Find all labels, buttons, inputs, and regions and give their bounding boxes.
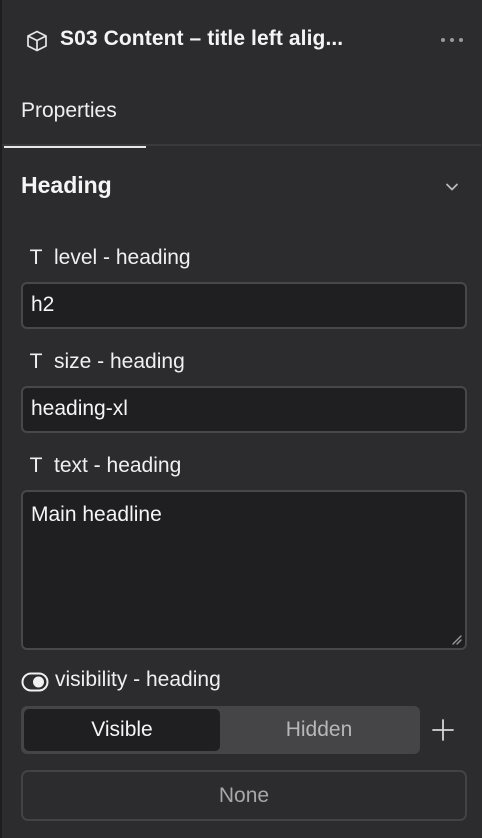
hidden-option[interactable]: Hidden [221, 709, 417, 751]
plus-icon[interactable] [431, 718, 455, 742]
level-value: h2 [31, 293, 55, 316]
heading-section-header[interactable]: Heading [2, 160, 481, 212]
text-type-icon: T [29, 246, 43, 269]
none-button[interactable]: None [21, 770, 467, 821]
level-label-text: level - heading [54, 246, 191, 269]
tab-bar: Properties [2, 82, 481, 148]
more-horizontal-icon[interactable] [438, 32, 466, 48]
tab-properties[interactable]: Properties [4, 82, 146, 148]
cube-icon [27, 30, 47, 52]
size-value: heading-xl [31, 397, 128, 420]
size-heading-input[interactable]: heading-xl [21, 386, 467, 433]
level-heading-label: T level - heading [26, 244, 191, 272]
text-heading-label: T text - heading [26, 452, 182, 480]
size-label-text: size - heading [54, 350, 185, 373]
active-tab-indicator [4, 146, 146, 148]
text-value: Main headline [31, 503, 162, 526]
text-type-icon: T [29, 454, 43, 477]
size-heading-label: T size - heading [26, 348, 185, 376]
resize-handle-icon[interactable] [450, 633, 462, 645]
visibility-heading-label: visibility - heading [55, 668, 221, 691]
text-type-icon: T [29, 350, 43, 373]
level-heading-input[interactable]: h2 [21, 282, 467, 329]
chevron-down-icon[interactable] [443, 180, 461, 194]
section-title: Heading [21, 172, 112, 198]
component-title: S03 Content – title left alig... [60, 27, 344, 50]
text-heading-textarea[interactable]: Main headline [21, 490, 467, 650]
visibility-segmented-control: Visible Hidden [21, 706, 420, 754]
toggle-icon [21, 672, 49, 692]
properties-panel: S03 Content – title left alig... Propert… [0, 0, 481, 838]
visible-option[interactable]: Visible [24, 709, 220, 751]
panel-header: S03 Content – title left alig... [2, 0, 481, 82]
tab-properties-label: Properties [21, 99, 117, 122]
text-label-text: text - heading [54, 454, 182, 477]
